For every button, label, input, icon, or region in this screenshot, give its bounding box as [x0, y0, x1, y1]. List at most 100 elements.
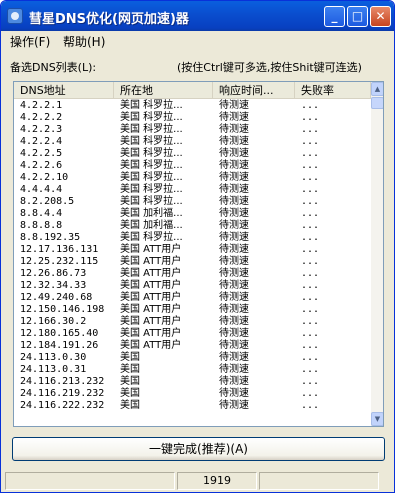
- response-time-cell: 待测速: [219, 112, 249, 123]
- location-cell: 美国 科罗拉...: [120, 124, 183, 135]
- location-cell: 美国 科罗拉...: [120, 184, 183, 195]
- main-window: 彗星DNS优化(网页加速)器 _ □ ✕ 操作(F) 帮助(H) 备选DNS列表…: [0, 0, 395, 493]
- scroll-down-icon[interactable]: ▼: [371, 412, 383, 426]
- app-icon: [7, 8, 23, 24]
- one-click-complete-button[interactable]: 一键完成(推荐)(A): [12, 437, 385, 461]
- location-cell: 美国: [120, 364, 140, 375]
- dns-address-cell: 8.8.8.8: [20, 220, 63, 231]
- failure-rate-cell: ...: [301, 244, 320, 255]
- table-row[interactable]: 24.113.0.30 美国 待测速...: [14, 352, 371, 364]
- location-cell: 美国 科罗拉...: [120, 196, 183, 207]
- location-cell: 美国 ATT用户: [120, 340, 182, 351]
- table-row[interactable]: 24.116.222.232 美国 待测速...: [14, 400, 371, 412]
- table-row[interactable]: 4.2.2.3 美国 科罗拉... 待测速...: [14, 124, 371, 136]
- response-time-cell: 待测速: [219, 352, 249, 363]
- response-time-cell: 待测速: [219, 100, 249, 111]
- failure-rate-cell: ...: [301, 352, 320, 363]
- response-time-cell: 待测速: [219, 304, 249, 315]
- minimize-button[interactable]: _: [324, 6, 345, 27]
- table-row[interactable]: 4.2.2.2 美国 科罗拉... 待测速...: [14, 112, 371, 124]
- table-row[interactable]: 12.150.146.198 美国 ATT用户 待测速...: [14, 304, 371, 316]
- dns-address-cell: 24.116.222.232: [20, 400, 105, 411]
- column-header-response-time[interactable]: 响应时间...: [213, 82, 295, 99]
- dns-address-cell: 8.8.192.35: [20, 232, 81, 243]
- table-row[interactable]: 8.8.192.35 美国 科罗拉... 待测速...: [14, 232, 371, 244]
- selection-hint: (按住Ctrl键可多选,按住Shit键可连选): [177, 61, 362, 74]
- dns-address-cell: 24.116.219.232: [20, 388, 105, 399]
- failure-rate-cell: ...: [301, 220, 320, 231]
- column-header-failure-rate[interactable]: 失败率: [295, 82, 371, 99]
- response-time-cell: 待测速: [219, 184, 249, 195]
- menu-help[interactable]: 帮助(H): [63, 33, 105, 50]
- scroll-up-icon[interactable]: ▲: [371, 82, 383, 96]
- location-cell: 美国 科罗拉...: [120, 160, 183, 171]
- scroll-thumb[interactable]: [371, 97, 383, 109]
- dns-address-cell: 4.2.2.2: [20, 112, 63, 123]
- status-bar: 1919: [1, 469, 394, 492]
- location-cell: 美国: [120, 376, 140, 387]
- response-time-cell: 待测速: [219, 232, 249, 243]
- table-row[interactable]: 12.17.136.131 美国 ATT用户 待测速...: [14, 244, 371, 256]
- table-row[interactable]: 12.166.30.2 美国 ATT用户 待测速...: [14, 316, 371, 328]
- response-time-cell: 待测速: [219, 364, 249, 375]
- table-row[interactable]: 12.25.232.115 美国 ATT用户 待测速...: [14, 256, 371, 268]
- menu-operate[interactable]: 操作(F): [10, 33, 50, 50]
- table-row[interactable]: 4.2.2.10 美国 科罗拉... 待测速...: [14, 172, 371, 184]
- table-row[interactable]: 24.116.213.232 美国 待测速...: [14, 376, 371, 388]
- table-row[interactable]: 4.2.2.4 美国 科罗拉... 待测速...: [14, 136, 371, 148]
- table-row[interactable]: 24.116.219.232 美国 待测速...: [14, 388, 371, 400]
- maximize-button[interactable]: □: [347, 6, 368, 27]
- table-row[interactable]: 24.113.0.31 美国 待测速...: [14, 364, 371, 376]
- location-cell: 美国 ATT用户: [120, 292, 182, 303]
- column-header-dns[interactable]: DNS地址: [14, 82, 114, 99]
- table-row[interactable]: 8.8.8.8 美国 加利福... 待测速...: [14, 220, 371, 232]
- table-row[interactable]: 4.2.2.5 美国 科罗拉... 待测速...: [14, 148, 371, 160]
- response-time-cell: 待测速: [219, 376, 249, 387]
- location-cell: 美国: [120, 352, 140, 363]
- table-row[interactable]: 12.180.165.40 美国 ATT用户 待测速...: [14, 328, 371, 340]
- location-cell: 美国 科罗拉...: [120, 100, 183, 111]
- dns-address-cell: 24.113.0.30: [20, 352, 87, 363]
- location-cell: 美国 加利福...: [120, 220, 183, 231]
- response-time-cell: 待测速: [219, 268, 249, 279]
- location-cell: 美国 科罗拉...: [120, 172, 183, 183]
- response-time-cell: 待测速: [219, 136, 249, 147]
- failure-rate-cell: ...: [301, 376, 320, 387]
- table-row[interactable]: 4.2.2.6 美国 科罗拉... 待测速...: [14, 160, 371, 172]
- table-row[interactable]: 4.4.4.4 美国 科罗拉... 待测速...: [14, 184, 371, 196]
- response-time-cell: 待测速: [219, 244, 249, 255]
- dns-address-cell: 12.180.165.40: [20, 328, 99, 339]
- location-cell: 美国 ATT用户: [120, 316, 182, 327]
- dns-address-cell: 4.2.2.3: [20, 124, 63, 135]
- table-row[interactable]: 8.8.4.4 美国 加利福... 待测速...: [14, 208, 371, 220]
- table-row[interactable]: 12.184.191.26 美国 ATT用户 待测速...: [14, 340, 371, 352]
- dns-address-cell: 12.25.232.115: [20, 256, 99, 267]
- response-time-cell: 待测速: [219, 256, 249, 267]
- failure-rate-cell: ...: [301, 256, 320, 267]
- dns-address-cell: 12.150.146.198: [20, 304, 105, 315]
- table-row[interactable]: 8.2.208.5 美国 科罗拉... 待测速...: [14, 196, 371, 208]
- status-panel-1: [5, 472, 175, 490]
- location-cell: 美国 科罗拉...: [120, 148, 183, 159]
- table-row[interactable]: 4.2.2.1 美国 科罗拉... 待测速...: [14, 100, 371, 112]
- column-header-location[interactable]: 所在地: [114, 82, 213, 99]
- response-time-cell: 待测速: [219, 400, 249, 411]
- response-time-cell: 待测速: [219, 172, 249, 183]
- location-cell: 美国 加利福...: [120, 208, 183, 219]
- response-time-cell: 待测速: [219, 280, 249, 291]
- dns-address-cell: 12.49.240.68: [20, 292, 93, 303]
- location-cell: 美国 科罗拉...: [120, 232, 183, 243]
- failure-rate-cell: ...: [301, 316, 320, 327]
- dns-address-cell: 12.166.30.2: [20, 316, 87, 327]
- window-title: 彗星DNS优化(网页加速)器: [29, 12, 189, 27]
- table-row[interactable]: 12.26.86.73 美国 ATT用户 待测速...: [14, 268, 371, 280]
- table-row[interactable]: 12.32.34.33 美国 ATT用户 待测速...: [14, 280, 371, 292]
- dns-address-cell: 4.2.2.1: [20, 100, 63, 111]
- location-cell: 美国 科罗拉...: [120, 136, 183, 147]
- title-bar[interactable]: 彗星DNS优化(网页加速)器 _ □ ✕: [1, 1, 394, 31]
- vertical-scrollbar[interactable]: ▲ ▼: [371, 82, 383, 426]
- table-row[interactable]: 12.49.240.68 美国 ATT用户 待测速...: [14, 292, 371, 304]
- location-cell: 美国: [120, 400, 140, 411]
- dns-list[interactable]: DNS地址 所在地 响应时间... 失败率 4.2.2.1 美国 科罗拉... 待测…: [13, 81, 384, 427]
- close-button[interactable]: ✕: [370, 6, 391, 27]
